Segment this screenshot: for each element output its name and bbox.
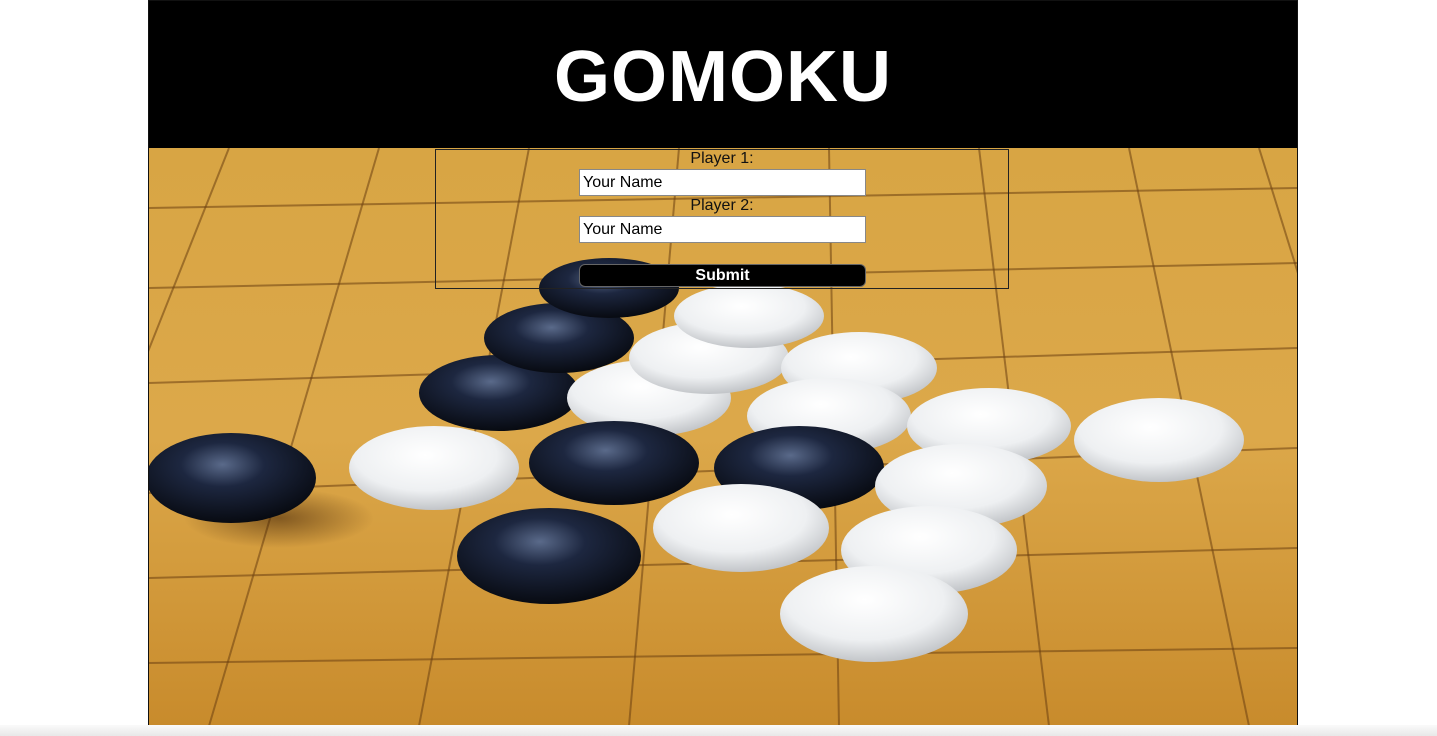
page-header: GOMOKU (149, 1, 1297, 148)
page-title: GOMOKU (554, 36, 892, 117)
submit-button[interactable]: Submit (579, 264, 866, 287)
player2-name-input[interactable] (579, 216, 866, 243)
game-frame: GOMOKU Player 1: Your Name Player 2: You… (148, 0, 1298, 727)
player1-name-input[interactable] (579, 169, 866, 196)
window-bottom-edge (0, 725, 1437, 736)
player-form: Player 1: Player 2: Submit (435, 149, 1009, 289)
player1-label: Player 1: (690, 150, 754, 167)
player2-label: Player 2: (690, 197, 754, 214)
